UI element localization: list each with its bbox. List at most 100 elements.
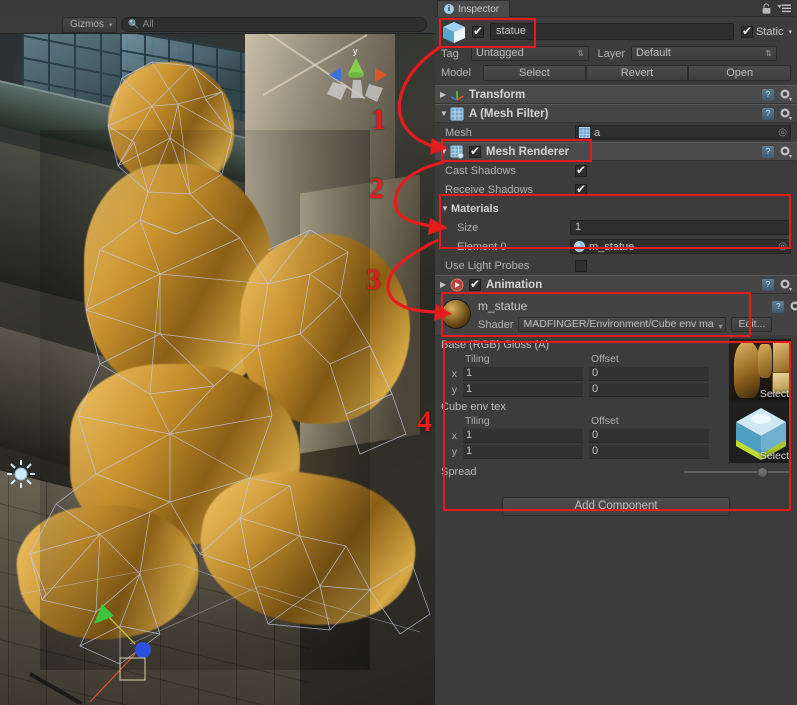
foldout-arrow-icon[interactable]: ▼ (440, 147, 450, 156)
gear-icon[interactable] (779, 107, 792, 120)
help-icon[interactable]: ? (762, 107, 774, 120)
shader-edit-button[interactable]: Edit... (731, 317, 773, 332)
material-editor-header: m_statue Shader MADFINGER/Environment/Cu… (435, 294, 797, 335)
materials-element0-row: Element 0 m_statue ◎ (435, 237, 797, 256)
materials-size-input[interactable]: 1 (570, 220, 791, 235)
component-header-mesh-filter[interactable]: ▼ A (Mesh Filter) ? (435, 104, 797, 123)
scene-tab-strip (0, 0, 435, 16)
scene-viewport[interactable]: y (0, 34, 435, 705)
base-offset-y-input[interactable]: 0 (589, 382, 709, 397)
help-icon[interactable]: ? (762, 145, 774, 158)
tag-dropdown[interactable]: Untagged ⇅ (471, 46, 589, 61)
scene-search-input[interactable]: 🔍 All (121, 17, 427, 32)
gameobject-enabled-checkbox[interactable] (472, 24, 484, 38)
component-header-animation[interactable]: ▶ Animation ? (435, 275, 797, 294)
object-picker-icon[interactable]: ◎ (778, 127, 787, 138)
base-tiling-x-input[interactable]: 1 (463, 366, 583, 381)
transform-move-gizmo[interactable] (20, 554, 220, 704)
foldout-arrow-icon[interactable]: ▼ (440, 109, 450, 118)
foldout-arrow-icon[interactable]: ▼ (441, 204, 451, 213)
annotation-number-3: 3 (366, 263, 381, 296)
gizmos-label: Gizmos (70, 19, 104, 30)
base-texture-thumbnail[interactable]: Select (729, 339, 791, 401)
tab-inspector[interactable]: i Inspector (437, 0, 511, 17)
static-checkbox[interactable] (740, 24, 753, 38)
component-header-mesh-renderer[interactable]: ▼ Mesh Renderer ? (435, 142, 797, 161)
gameobject-name-input[interactable]: statue (490, 23, 734, 40)
gear-icon[interactable] (789, 300, 797, 313)
use-light-probes-checkbox[interactable] (575, 259, 587, 272)
spread-property-row: Spread (435, 461, 797, 483)
base-offset-x-input[interactable]: 0 (589, 366, 709, 381)
tag-layer-row: Tag Untagged ⇅ Layer Default ⇅ (435, 43, 797, 63)
scene-orientation-gizmo[interactable]: y (323, 42, 393, 104)
shader-dropdown[interactable]: MADFINGER/Environment/Cube env ma ▾ (518, 317, 727, 332)
help-icon[interactable]: ? (762, 88, 774, 101)
material-preview-sphere (441, 299, 471, 329)
static-toggle-group[interactable]: Static ▾ (740, 24, 792, 38)
animation-play-icon (450, 278, 464, 291)
mesh-filter-title: A (Mesh Filter) (469, 107, 549, 120)
model-open-button[interactable]: Open (688, 65, 792, 81)
scene-view-toolbar: Gizmos ▾ 🔍 All (0, 16, 435, 34)
base-tiling-y-input[interactable]: 1 (463, 382, 583, 397)
tag-value: Untagged (476, 47, 524, 59)
hamburger-menu-icon[interactable] (777, 4, 791, 13)
materials-label: Materials (451, 202, 499, 215)
gizmos-dropdown[interactable]: Gizmos ▾ (62, 16, 118, 33)
add-component-button[interactable]: Add Component (502, 497, 730, 516)
inspector-panel: i Inspector statue (435, 0, 797, 705)
component-header-transform[interactable]: ▶ Transform ? (435, 85, 797, 104)
layer-dropdown[interactable]: Default ⇅ (631, 46, 777, 61)
cast-shadows-checkbox[interactable] (575, 163, 587, 177)
chevron-down-icon: ▾ (108, 21, 113, 29)
cube-tiling-y-input[interactable]: 1 (463, 444, 583, 459)
animation-enabled-checkbox[interactable] (469, 277, 481, 291)
gear-icon[interactable] (779, 145, 792, 158)
tiling-label: Tiling (465, 353, 490, 365)
gear-icon[interactable] (779, 278, 792, 291)
x-axis-label: x (451, 367, 457, 380)
inspector-tab-label: Inspector (458, 3, 500, 15)
y-axis-label: y (451, 383, 457, 396)
lock-icon[interactable] (762, 3, 771, 14)
animation-title: Animation (486, 278, 543, 291)
light-gizmo-icon[interactable] (6, 459, 36, 489)
gear-icon[interactable] (779, 88, 792, 101)
add-component-area: Add Component (435, 483, 797, 516)
mesh-icon (579, 127, 590, 138)
mesh-value: a (594, 126, 601, 139)
offset-label: Offset (591, 353, 619, 365)
mesh-renderer-title: Mesh Renderer (486, 145, 570, 158)
search-icon: 🔍 (128, 19, 140, 29)
cube-offset-x-input[interactable]: 0 (589, 428, 709, 443)
model-revert-button[interactable]: Revert (585, 65, 689, 81)
materials-element0-label: Element 0 (457, 240, 507, 253)
chevron-updown-icon: ⇅ (765, 49, 772, 58)
annotation-number-1: 1 (371, 103, 386, 136)
cube-tiling-x-input[interactable]: 1 (463, 428, 583, 443)
cube-texture-select-label[interactable]: Select (760, 450, 789, 462)
help-icon[interactable]: ? (772, 300, 785, 313)
model-select-button[interactable]: Select (483, 65, 586, 81)
foldout-arrow-icon[interactable]: ▶ (440, 90, 450, 99)
transform-axis-icon (450, 90, 464, 101)
model-label: Model (441, 67, 471, 79)
cube-offset-y-input[interactable]: 0 (589, 444, 709, 459)
chevron-down-icon[interactable]: ▾ (788, 28, 792, 36)
spread-slider-handle[interactable] (757, 467, 768, 478)
receive-shadows-checkbox[interactable] (575, 182, 587, 196)
shader-label: Shader (478, 318, 514, 331)
foldout-arrow-icon[interactable]: ▶ (440, 280, 450, 289)
help-icon[interactable]: ? (762, 278, 774, 291)
layer-value: Default (636, 47, 671, 59)
mesh-object-field[interactable]: a ◎ (575, 125, 791, 140)
mesh-renderer-enabled-checkbox[interactable] (469, 144, 481, 158)
cube-env-texture-thumbnail[interactable]: Select (729, 401, 791, 463)
spread-label: Spread (441, 466, 477, 478)
receive-shadows-row: Receive Shadows (435, 180, 797, 199)
spread-slider[interactable] (684, 466, 789, 478)
materials-foldout-row[interactable]: ▼ Materials (435, 199, 797, 218)
object-picker-icon[interactable]: ◎ (778, 241, 787, 252)
materials-element0-field[interactable]: m_statue ◎ (570, 239, 791, 254)
